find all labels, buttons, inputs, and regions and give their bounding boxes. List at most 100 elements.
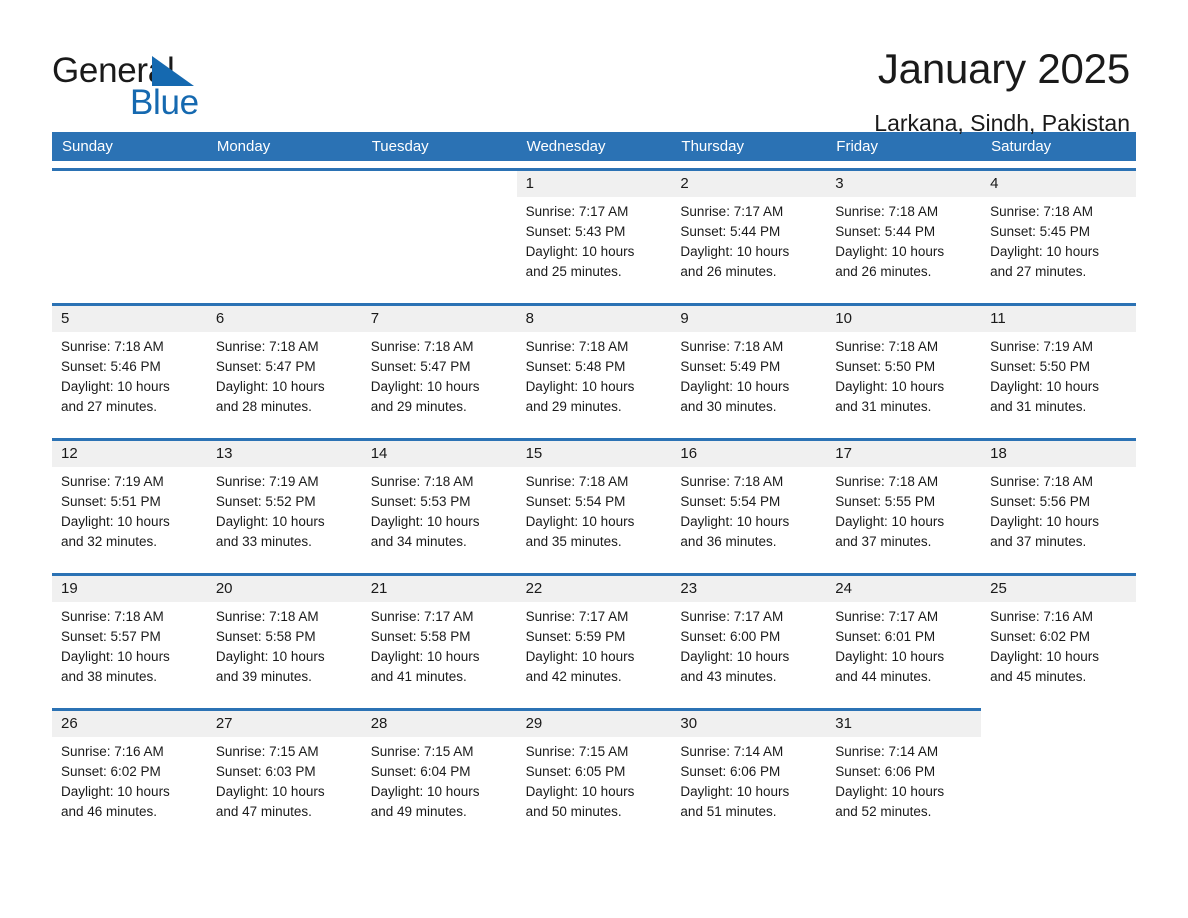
day-cell[interactable]: 4 Sunrise: 7:18 AM Sunset: 5:45 PM Dayli… — [981, 171, 1136, 296]
weekday-header-row: Sunday Monday Tuesday Wednesday Thursday… — [52, 132, 1136, 161]
day-cell[interactable]: 2 Sunrise: 7:17 AM Sunset: 5:44 PM Dayli… — [671, 171, 827, 296]
sunrise-text: Sunrise: 7:19 AM — [215, 474, 319, 489]
day-cell[interactable]: 23 Sunrise: 7:17 AM Sunset: 6:00 PM Dayl… — [671, 576, 827, 701]
day-details: Sunrise: 7:18 AM Sunset: 5:47 PM Dayligh… — [362, 332, 517, 417]
day-number: 18 — [981, 441, 1136, 467]
day-number: 25 — [981, 576, 1136, 602]
sunset-text: Sunset: 5:50 PM — [990, 359, 1090, 374]
sunset-text: Sunset: 5:44 PM — [835, 224, 936, 239]
day-cell[interactable]: 16 Sunrise: 7:18 AM Sunset: 5:54 PM Dayl… — [671, 441, 827, 566]
sunrise-text: Sunrise: 7:15 AM — [215, 744, 319, 759]
day-cell[interactable]: 13 Sunrise: 7:19 AM Sunset: 5:52 PM Dayl… — [206, 441, 362, 566]
day-cell[interactable]: 19 Sunrise: 7:18 AM Sunset: 5:57 PM Dayl… — [52, 576, 207, 701]
daylight-text-line2: and 37 minutes. — [835, 534, 932, 549]
day-number: 22 — [516, 576, 672, 602]
daylight-text-line2: and 45 minutes. — [990, 669, 1087, 684]
day-cell[interactable]: 20 Sunrise: 7:18 AM Sunset: 5:58 PM Dayl… — [206, 576, 362, 701]
day-cell[interactable]: 9 Sunrise: 7:18 AM Sunset: 5:49 PM Dayli… — [671, 306, 827, 431]
day-cell[interactable]: 7 Sunrise: 7:18 AM Sunset: 5:47 PM Dayli… — [361, 306, 517, 431]
daylight-text-line2: and 47 minutes. — [215, 804, 312, 819]
day-cell[interactable]: 26 Sunrise: 7:16 AM Sunset: 6:02 PM Dayl… — [52, 708, 207, 836]
sunrise-text: Sunrise: 7:18 AM — [835, 339, 939, 354]
day-number: 24 — [826, 576, 982, 602]
day-cell[interactable]: 11 Sunrise: 7:19 AM Sunset: 5:50 PM Dayl… — [981, 306, 1136, 431]
sunset-text: Sunset: 5:54 PM — [680, 494, 781, 509]
daylight-text-line2: and 31 minutes. — [990, 399, 1087, 414]
sunset-text: Sunset: 5:55 PM — [835, 494, 936, 509]
day-details: Sunrise: 7:18 AM Sunset: 5:55 PM Dayligh… — [826, 467, 981, 552]
day-cell[interactable]: 31 Sunrise: 7:14 AM Sunset: 6:06 PM Dayl… — [826, 708, 982, 836]
day-number: 10 — [826, 306, 982, 332]
daylight-text-line2: and 27 minutes. — [990, 264, 1087, 279]
day-number — [981, 711, 1136, 737]
daylight-text-line2: and 42 minutes. — [525, 669, 622, 684]
day-details: Sunrise: 7:18 AM Sunset: 5:54 PM Dayligh… — [671, 467, 826, 552]
sunrise-text: Sunrise: 7:16 AM — [990, 609, 1093, 624]
sunrise-text: Sunrise: 7:18 AM — [990, 474, 1093, 489]
daylight-text-line1: Daylight: 10 hours — [215, 379, 325, 394]
daylight-text-line2: and 35 minutes. — [525, 534, 622, 549]
daylight-text-line1: Daylight: 10 hours — [215, 514, 325, 529]
day-cell[interactable]: 24 Sunrise: 7:17 AM Sunset: 6:01 PM Dayl… — [826, 576, 982, 701]
day-cell[interactable]: 18 Sunrise: 7:18 AM Sunset: 5:56 PM Dayl… — [981, 441, 1136, 566]
calendar-week-row: 12 Sunrise: 7:19 AM Sunset: 5:51 PM Dayl… — [52, 438, 1136, 566]
daylight-text-line1: Daylight: 10 hours — [835, 244, 945, 259]
day-number: 9 — [671, 306, 827, 332]
daylight-text-line2: and 32 minutes. — [61, 534, 158, 549]
sunset-text: Sunset: 5:48 PM — [525, 359, 626, 374]
daylight-text-line1: Daylight: 10 hours — [370, 379, 480, 394]
daylight-text-line1: Daylight: 10 hours — [990, 514, 1099, 529]
day-cell[interactable]: 6 Sunrise: 7:18 AM Sunset: 5:47 PM Dayli… — [206, 306, 362, 431]
sunset-text: Sunset: 5:47 PM — [215, 359, 316, 374]
day-cell[interactable]: 8 Sunrise: 7:18 AM Sunset: 5:48 PM Dayli… — [516, 306, 672, 431]
day-cell[interactable]: 3 Sunrise: 7:18 AM Sunset: 5:44 PM Dayli… — [826, 171, 982, 296]
sunset-text: Sunset: 5:57 PM — [61, 629, 161, 644]
daylight-text-line2: and 29 minutes. — [370, 399, 467, 414]
day-details: Sunrise: 7:17 AM Sunset: 5:44 PM Dayligh… — [671, 197, 826, 282]
day-cell[interactable]: 21 Sunrise: 7:17 AM Sunset: 5:58 PM Dayl… — [361, 576, 517, 701]
page-title: January 2025 — [877, 45, 1130, 92]
day-cell[interactable]: 28 Sunrise: 7:15 AM Sunset: 6:04 PM Dayl… — [361, 708, 517, 836]
day-cell[interactable]: 12 Sunrise: 7:19 AM Sunset: 5:51 PM Dayl… — [52, 441, 207, 566]
calendar-week-row: 5 Sunrise: 7:18 AM Sunset: 5:46 PM Dayli… — [52, 303, 1136, 431]
daylight-text-line1: Daylight: 10 hours — [61, 514, 170, 529]
sunset-text: Sunset: 5:49 PM — [680, 359, 781, 374]
day-cell[interactable]: 5 Sunrise: 7:18 AM Sunset: 5:46 PM Dayli… — [52, 306, 207, 431]
day-cell[interactable]: 1 Sunrise: 7:17 AM Sunset: 5:43 PM Dayli… — [516, 171, 672, 296]
general-blue-logo[interactable]: General Blue — [52, 44, 262, 122]
day-cell[interactable]: 14 Sunrise: 7:18 AM Sunset: 5:53 PM Dayl… — [361, 441, 517, 566]
day-details: Sunrise: 7:18 AM Sunset: 5:50 PM Dayligh… — [826, 332, 981, 417]
sunset-text: Sunset: 5:58 PM — [370, 629, 471, 644]
sunset-text: Sunset: 5:50 PM — [835, 359, 936, 374]
sunrise-text: Sunrise: 7:18 AM — [61, 339, 164, 354]
day-cell[interactable]: 17 Sunrise: 7:18 AM Sunset: 5:55 PM Dayl… — [826, 441, 982, 566]
day-details: Sunrise: 7:14 AM Sunset: 6:06 PM Dayligh… — [671, 737, 826, 822]
day-cell[interactable]: 22 Sunrise: 7:17 AM Sunset: 5:59 PM Dayl… — [516, 576, 672, 701]
daylight-text-line1: Daylight: 10 hours — [680, 649, 790, 664]
day-number: 27 — [206, 711, 362, 737]
day-cell[interactable]: 15 Sunrise: 7:18 AM Sunset: 5:54 PM Dayl… — [516, 441, 672, 566]
day-cell[interactable]: 10 Sunrise: 7:18 AM Sunset: 5:50 PM Dayl… — [826, 306, 982, 431]
day-details — [207, 197, 362, 202]
page-header: General Blue January 2025 Larkana, Sindh… — [0, 0, 1188, 136]
sunrise-text: Sunrise: 7:15 AM — [370, 744, 474, 759]
day-cell[interactable]: 29 Sunrise: 7:15 AM Sunset: 6:05 PM Dayl… — [516, 708, 672, 836]
day-cell[interactable]: 27 Sunrise: 7:15 AM Sunset: 6:03 PM Dayl… — [206, 708, 362, 836]
weekday-thursday: Thursday — [681, 138, 744, 155]
daylight-text-line1: Daylight: 10 hours — [835, 784, 945, 799]
logo-word-blue: Blue — [130, 83, 199, 122]
day-details — [52, 197, 207, 202]
sunrise-text: Sunrise: 7:14 AM — [835, 744, 939, 759]
day-details: Sunrise: 7:19 AM Sunset: 5:50 PM Dayligh… — [981, 332, 1136, 417]
daylight-text-line2: and 29 minutes. — [525, 399, 622, 414]
daylight-text-line1: Daylight: 10 hours — [990, 649, 1099, 664]
day-cell[interactable]: 30 Sunrise: 7:14 AM Sunset: 6:06 PM Dayl… — [671, 708, 827, 836]
daylight-text-line2: and 30 minutes. — [680, 399, 777, 414]
sunrise-text: Sunrise: 7:17 AM — [370, 609, 474, 624]
daylight-text-line1: Daylight: 10 hours — [61, 649, 170, 664]
sunrise-text: Sunrise: 7:18 AM — [61, 609, 164, 624]
sunset-text: Sunset: 5:47 PM — [370, 359, 471, 374]
daylight-text-line2: and 50 minutes. — [525, 804, 622, 819]
day-cell[interactable]: 25 Sunrise: 7:16 AM Sunset: 6:02 PM Dayl… — [981, 576, 1136, 701]
day-number: 21 — [361, 576, 517, 602]
